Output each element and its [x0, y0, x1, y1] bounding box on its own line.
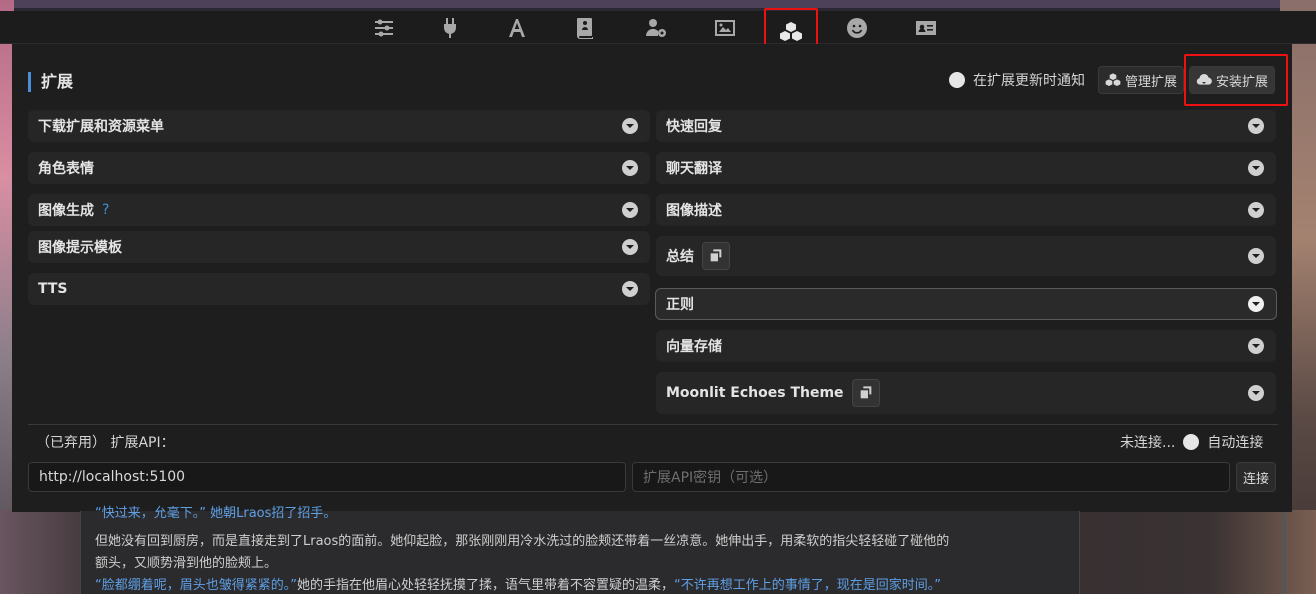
- copy-icon[interactable]: [702, 242, 730, 270]
- connect-button[interactable]: 连接: [1236, 462, 1277, 492]
- drawer-regex[interactable]: 正则: [655, 288, 1277, 320]
- top-navbar: [0, 8, 1316, 55]
- smile-icon[interactable]: [837, 11, 877, 44]
- chat-line-2: 额头，又顺势滑到他的脸颊上。: [95, 556, 278, 571]
- chat-message: “快过来，允毫下。” 她朝Lraos招了招手。 但她没有回到厨房，而是直接走到了…: [80, 506, 1080, 594]
- drawer-image-prompt-templates[interactable]: 图像提示模板: [28, 231, 650, 263]
- cloud-download-icon: [1196, 73, 1212, 85]
- drawer-chat-translation[interactable]: 聊天翻译: [656, 152, 1276, 184]
- extensions-panel: 扩展 在扩展更新时通知 管理扩展 安装扩展 下载扩展和资源菜单 角色表情 图像生…: [12, 44, 1292, 512]
- chevron-down-icon: [622, 281, 638, 297]
- cubes-icon: [1105, 73, 1121, 86]
- help-icon[interactable]: ?: [102, 202, 109, 218]
- chevron-down-icon: [1248, 385, 1264, 401]
- chevron-down-icon: [1248, 118, 1264, 134]
- divider: [28, 424, 1278, 425]
- font-icon[interactable]: [497, 11, 537, 44]
- notify-radio[interactable]: [949, 72, 965, 88]
- scrollbar[interactable]: [1282, 512, 1286, 594]
- user-gear-icon[interactable]: [636, 11, 676, 44]
- chevron-down-icon: [1248, 160, 1264, 176]
- chat-line-0: “快过来，允毫下。” 她朝Lraos招了招手。: [95, 506, 337, 521]
- drawer-summarize[interactable]: 总结: [656, 236, 1276, 276]
- drawer-tts[interactable]: TTS: [28, 273, 650, 305]
- auto-connect-radio[interactable]: [1183, 434, 1200, 450]
- drawer-quick-reply[interactable]: 快速回复: [656, 110, 1276, 142]
- connection-status: 未连接... 自动连接: [1120, 432, 1263, 452]
- drawer-moonlit-echoes-theme[interactable]: Moonlit Echoes Theme: [656, 372, 1276, 414]
- extensions-api-label: （已弃用） 扩展API：: [36, 435, 175, 451]
- connection-status-text: 未连接...: [1120, 435, 1176, 451]
- drawer-character-expressions[interactable]: 角色表情: [28, 152, 650, 184]
- api-url-input[interactable]: http://localhost:5100: [28, 462, 626, 492]
- chevron-down-icon: [1248, 296, 1264, 312]
- drawer-download-extensions[interactable]: 下载扩展和资源菜单: [28, 110, 650, 142]
- id-card-icon[interactable]: [906, 11, 946, 44]
- chevron-down-icon: [622, 160, 638, 176]
- copy-icon[interactable]: [851, 379, 880, 407]
- drawer-vector-storage[interactable]: 向量存储: [656, 330, 1276, 362]
- plug-icon[interactable]: [430, 11, 470, 44]
- auto-connect-label: 自动连接: [1207, 435, 1264, 451]
- api-key-input[interactable]: 扩展API密钥（可选）: [632, 462, 1230, 492]
- chat-line-1: 但她没有回到厨房，而是直接走到了Lraos的面前。她仰起脸，那张刚刚用冷水洗过的…: [95, 534, 950, 549]
- notify-on-update-toggle[interactable]: 在扩展更新时通知: [949, 70, 1085, 90]
- drawer-image-generation[interactable]: 图像生成 ?: [28, 194, 650, 226]
- sliders-icon[interactable]: [364, 11, 404, 44]
- notify-label: 在扩展更新时通知: [973, 73, 1085, 89]
- image-icon[interactable]: [705, 11, 745, 44]
- book-icon[interactable]: [565, 11, 605, 44]
- chevron-down-icon: [622, 202, 638, 218]
- drawer-image-captioning[interactable]: 图像描述: [656, 194, 1276, 226]
- chevron-down-icon: [1248, 202, 1264, 218]
- chevron-down-icon: [622, 118, 638, 134]
- chevron-down-icon: [1248, 248, 1264, 264]
- panel-title: 扩展: [28, 72, 73, 92]
- install-extension-button[interactable]: 安装扩展: [1189, 66, 1276, 94]
- chat-line-3: “脸都绷着呢，眉头也皱得紧紧的。”她的手指在他眉心处轻轻抚摸了揉，语气里带着不容…: [95, 578, 941, 593]
- chevron-down-icon: [622, 239, 638, 255]
- manage-extensions-button[interactable]: 管理扩展: [1098, 66, 1185, 94]
- chevron-down-icon: [1248, 338, 1264, 354]
